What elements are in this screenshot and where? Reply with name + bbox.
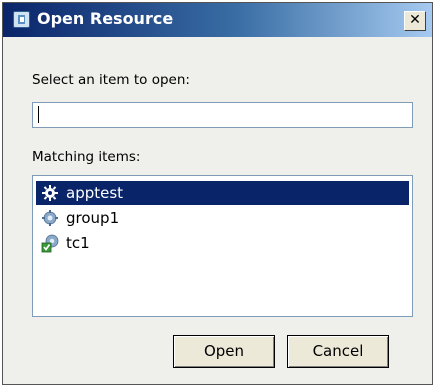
app-gear-icon <box>40 183 60 203</box>
close-button[interactable]: ✕ <box>404 11 426 31</box>
close-icon: ✕ <box>409 12 421 28</box>
window-title: Open Resource <box>37 9 174 28</box>
open-button[interactable]: Open <box>173 335 275 368</box>
title-bar[interactable]: Open Resource ✕ <box>3 3 432 37</box>
text-caret <box>38 106 39 123</box>
list-item-label: tc1 <box>66 234 90 252</box>
open-resource-dialog: Open Resource ✕ Select an item to open: … <box>2 2 433 385</box>
list-item-label: group1 <box>66 209 120 227</box>
search-input[interactable] <box>32 102 413 128</box>
matching-items-label: Matching items: <box>32 149 141 165</box>
matching-items-list[interactable]: apptest group1 tc1 <box>32 175 413 317</box>
resource-icon <box>13 11 30 28</box>
list-item-group1[interactable]: group1 <box>36 206 409 230</box>
list-item-label: apptest <box>66 184 124 202</box>
list-item-tc1[interactable]: tc1 <box>36 231 409 255</box>
cancel-button[interactable]: Cancel <box>287 335 389 368</box>
list-item-apptest[interactable]: apptest <box>36 181 409 205</box>
testcase-icon <box>40 233 60 253</box>
select-prompt-label: Select an item to open: <box>32 72 190 88</box>
group-gear-icon <box>40 208 60 228</box>
